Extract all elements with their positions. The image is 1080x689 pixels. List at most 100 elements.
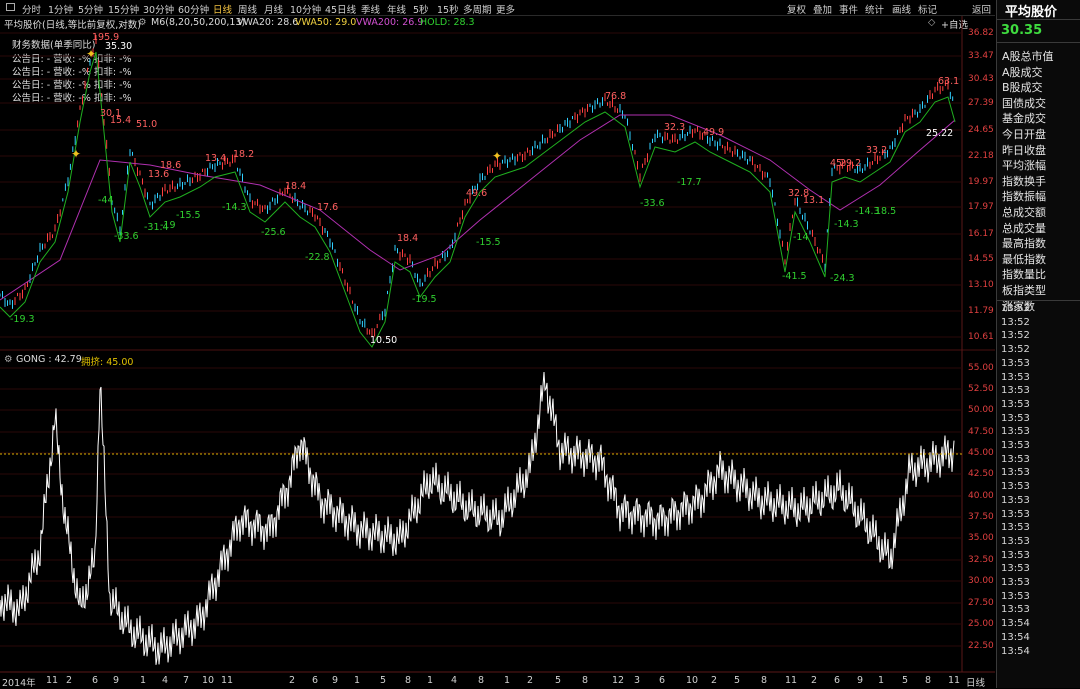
gong-line <box>0 371 955 665</box>
annotation-low: -15.5 <box>176 210 201 221</box>
tick-time: 13:53 <box>1001 357 1030 369</box>
panel-item[interactable]: 平均涨幅 <box>1002 157 1046 173</box>
panel-title: 平均股价 <box>1005 5 1058 20</box>
x-tick: 2014年 <box>2 678 36 689</box>
y-tick: 25.00 <box>968 619 994 629</box>
y-tick: 30.00 <box>968 576 994 586</box>
price-chart[interactable]: 195.9 30.1 15.4 51.0 13.6 18.6 13.4 18.2… <box>0 0 995 688</box>
annotation-low: -14.3 <box>222 202 247 213</box>
annotation-high: 51.0 <box>136 119 157 130</box>
event-marker-icon[interactable]: ✦ <box>492 149 502 163</box>
tick-time: 13:53 <box>1001 440 1030 451</box>
y-tick: 24.65 <box>968 125 994 135</box>
y-tick: 40.00 <box>968 491 994 501</box>
current-price: 30.35 <box>1001 23 1043 38</box>
x-tick: 6 <box>659 675 666 686</box>
x-tick: 8 <box>582 675 589 686</box>
main-grid <box>0 32 962 338</box>
x-tick: 5 <box>380 675 387 686</box>
tick-time: 13:53 <box>1001 398 1030 410</box>
tick-time: 13:53 <box>1001 494 1030 506</box>
tick-time: 13:54 <box>1001 631 1030 643</box>
x-tick: 8 <box>761 675 768 686</box>
y-tick: 47.50 <box>968 427 994 437</box>
x-tick: 3 <box>634 675 641 686</box>
annotation-high: 49.6 <box>466 188 487 199</box>
x-tick: 11 <box>46 675 59 686</box>
x-tick: 6 <box>92 675 99 686</box>
y-tick: 10.61 <box>968 332 994 342</box>
tick-time: 13:53 <box>1001 371 1030 383</box>
panel-item[interactable]: 基金成交 <box>1002 110 1046 126</box>
panel-item[interactable]: 国债成交 <box>1002 95 1046 111</box>
y-tick: 55.00 <box>968 363 994 373</box>
y-tick: 11.79 <box>968 306 994 316</box>
x-tick: 10 <box>202 675 215 686</box>
panel-item[interactable]: 总成交量 <box>1002 220 1046 236</box>
panel-item[interactable]: 总成交额 <box>1002 204 1046 220</box>
panel-item[interactable]: B股成交 <box>1002 79 1043 95</box>
divider <box>997 19 1080 20</box>
annotation-low: -17.7 <box>677 177 702 188</box>
panel-item[interactable]: 指数振幅 <box>1002 188 1046 204</box>
panel-item[interactable]: 指数换手 <box>1002 173 1046 189</box>
x-tick: 2 <box>527 675 534 686</box>
panel-item[interactable]: A股成交 <box>1002 64 1043 80</box>
annotation-high: 29.2 <box>840 158 861 169</box>
x-tick: 1 <box>878 675 885 686</box>
quote-panel: 平均股价 30.35 A股总市值 A股成交 B股成交 国债成交 基金成交 今日开盘 昨日收盘… <box>996 0 1080 688</box>
y-tick: 13.10 <box>968 280 994 290</box>
tick-time: 13:52 <box>1001 316 1030 328</box>
tick-time: 13:53 <box>1001 453 1030 465</box>
x-tick: 9 <box>857 675 864 686</box>
indicator-settings-icon[interactable]: ⚙ <box>4 354 13 365</box>
annotation-high: 76.8 <box>605 91 626 102</box>
x-tick: 2 <box>711 675 718 686</box>
x-tick: 6 <box>312 675 319 686</box>
annotation-low: -14.3 <box>855 206 880 217</box>
annotation-high: 13.4 <box>205 153 226 164</box>
tick-time: 13:54 <box>1001 618 1030 630</box>
x-tick: 5 <box>902 675 909 686</box>
x-tick: 8 <box>925 675 932 686</box>
candles <box>0 35 954 338</box>
annotation-low: -19.3 <box>10 314 35 325</box>
x-tick: 2 <box>811 675 818 686</box>
panel-item[interactable]: A股总市值 <box>1002 48 1054 64</box>
y-tick: 22.18 <box>968 151 994 161</box>
tick-time: 13:53 <box>1001 508 1030 520</box>
annotation-low: -33.6 <box>114 231 139 242</box>
event-marker-icon[interactable]: ✦ <box>71 147 81 161</box>
annotation-high: 18.2 <box>233 149 254 160</box>
panel-item[interactable]: 最高指数 <box>1002 235 1046 251</box>
annotation-high: 18.4 <box>397 233 418 244</box>
panel-item[interactable]: 板指类型 <box>1002 282 1046 298</box>
y-tick: 27.50 <box>968 598 994 608</box>
panel-item[interactable]: 最低指数 <box>1002 251 1046 267</box>
tick-time: 13:53 <box>1001 426 1030 438</box>
tick-time: 13:52 <box>1001 330 1030 342</box>
annotation-high: 33.2 <box>866 145 887 156</box>
y-tick: 52.50 <box>968 384 994 394</box>
x-tick: 2 <box>66 675 73 686</box>
divider <box>997 42 1080 43</box>
x-tick: 11 <box>221 675 234 686</box>
panel-item[interactable]: 昨日收盘 <box>1002 142 1046 158</box>
y-tick: 33.47 <box>968 51 994 61</box>
crowding-value: 拥挤: 45.00 <box>81 357 134 368</box>
tick-time: 13:52 <box>1001 344 1030 356</box>
annotation-low: -15.5 <box>476 237 501 248</box>
tick-time: 13:53 <box>1001 412 1030 424</box>
x-tick: 1 <box>140 675 147 686</box>
y-tick: 22.50 <box>968 641 994 651</box>
panel-item[interactable]: 今日开盘 <box>1002 126 1046 142</box>
x-tick: 8 <box>478 675 485 686</box>
tick-time: 13:53 <box>1001 549 1030 561</box>
event-marker-icon[interactable]: ✦ <box>86 47 96 61</box>
x-tick: 2 <box>289 675 296 686</box>
annotation-high: 17.6 <box>317 202 338 213</box>
panel-item[interactable]: 指数量比 <box>1002 266 1046 282</box>
tick-time: 13:53 <box>1001 385 1030 397</box>
y-tick: 50.00 <box>968 405 994 415</box>
annotation-high: 18.4 <box>285 181 306 192</box>
